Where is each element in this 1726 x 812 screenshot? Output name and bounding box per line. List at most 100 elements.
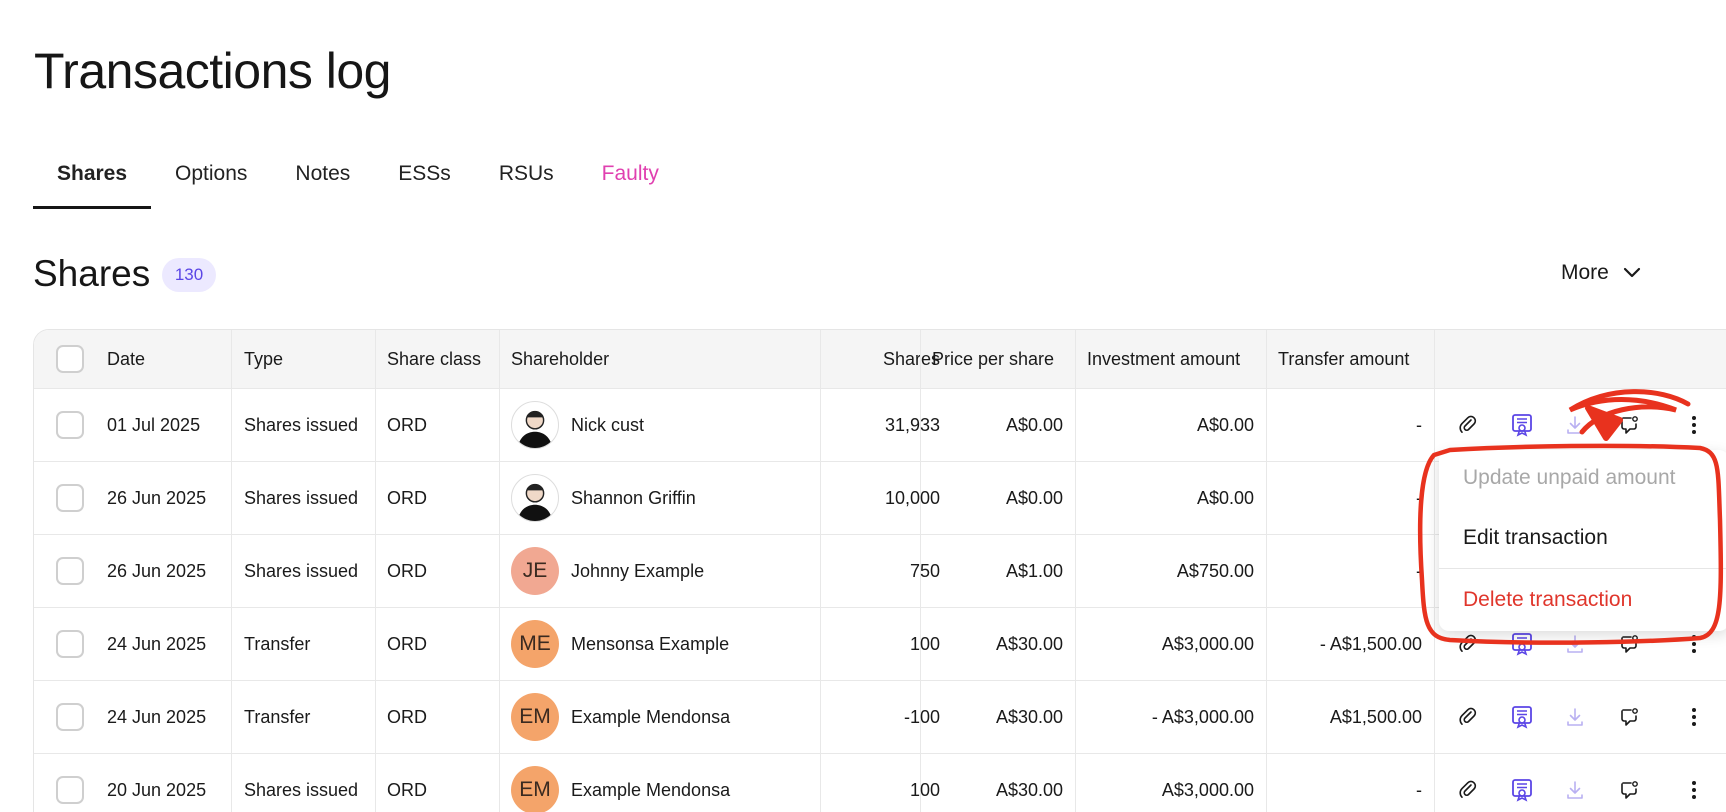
row-select-cell bbox=[56, 462, 84, 534]
row-more-button[interactable] bbox=[1679, 775, 1709, 805]
download-button[interactable] bbox=[1560, 702, 1590, 732]
transfer-cell: - bbox=[1416, 414, 1422, 435]
shareholder-cell[interactable]: Shannon Griffin bbox=[511, 462, 696, 534]
certificate-button[interactable] bbox=[1507, 410, 1537, 440]
row-checkbox[interactable] bbox=[56, 630, 84, 658]
person-photo-icon bbox=[517, 483, 553, 521]
avatar: JE bbox=[511, 547, 559, 595]
download-button[interactable] bbox=[1560, 775, 1590, 805]
paperclip-icon bbox=[1459, 634, 1477, 652]
table-header-row: Date Type Share class Shareholder Shares… bbox=[34, 330, 1726, 389]
header-share-class[interactable]: Share class bbox=[387, 330, 481, 388]
certificate-button[interactable] bbox=[1507, 629, 1537, 659]
section-title: Shares bbox=[33, 253, 151, 294]
select-all-checkbox[interactable] bbox=[56, 345, 84, 373]
header-price-per-share[interactable]: Price per share bbox=[932, 330, 1054, 388]
date-cell: 20 Jun 2025 bbox=[107, 779, 207, 800]
delete-transaction-menu-item[interactable]: Delete transaction bbox=[1463, 588, 1632, 612]
tab-esss[interactable]: ESSs bbox=[374, 150, 475, 209]
investment-cell: A$3,000.00 bbox=[1161, 779, 1254, 800]
price-cell: A$30.00 bbox=[995, 706, 1063, 727]
shareholder-cell[interactable]: ME Mensonsa Example bbox=[511, 608, 729, 680]
row-more-button[interactable] bbox=[1679, 410, 1709, 440]
price-cell: A$30.00 bbox=[995, 779, 1063, 800]
avatar: ME bbox=[511, 620, 559, 668]
header-shares[interactable]: Shares bbox=[820, 330, 940, 388]
menu-divider bbox=[1439, 568, 1726, 569]
edit-transaction-menu-item[interactable]: Edit transaction bbox=[1463, 526, 1608, 550]
transfer-cell: - bbox=[1416, 779, 1422, 800]
shareholder-name: Example Mendonsa bbox=[571, 706, 731, 727]
paperclip-icon bbox=[1459, 415, 1477, 433]
row-checkbox[interactable] bbox=[56, 776, 84, 804]
certificate-button[interactable] bbox=[1507, 702, 1537, 732]
row-select-cell bbox=[56, 535, 84, 607]
header-transfer-amount[interactable]: Transfer amount bbox=[1278, 330, 1409, 388]
row-checkbox[interactable] bbox=[56, 703, 84, 731]
row-checkbox[interactable] bbox=[56, 557, 84, 585]
shareholder-cell[interactable]: JE Johnny Example bbox=[511, 535, 704, 607]
update-unpaid-amount-menu-item: Update unpaid amount bbox=[1463, 466, 1676, 489]
investment-cell: A$750.00 bbox=[1176, 560, 1254, 581]
comment-button[interactable] bbox=[1614, 702, 1644, 732]
header-investment-amount[interactable]: Investment amount bbox=[1087, 330, 1240, 388]
investment-cell: - A$3,000.00 bbox=[1151, 706, 1254, 727]
row-more-button[interactable] bbox=[1679, 702, 1709, 732]
row-checkbox[interactable] bbox=[56, 411, 84, 439]
download-button[interactable] bbox=[1560, 410, 1590, 440]
shareholder-name: Nick cust bbox=[571, 414, 645, 435]
date-cell: 01 Jul 2025 bbox=[107, 414, 201, 435]
type-cell: Shares issued bbox=[244, 487, 359, 508]
row-actions-menu: Update unpaid amount Edit transaction De… bbox=[1439, 450, 1726, 631]
share-class-cell: ORD bbox=[387, 706, 427, 727]
date-cell: 26 Jun 2025 bbox=[107, 560, 207, 581]
transfer-cell: - A$1,500.00 bbox=[1319, 633, 1422, 654]
investment-cell: A$0.00 bbox=[1196, 414, 1254, 435]
share-class-cell: ORD bbox=[387, 414, 427, 435]
chevron-down-icon bbox=[1623, 267, 1640, 278]
download-icon bbox=[1567, 635, 1583, 653]
row-more-button[interactable] bbox=[1679, 629, 1709, 659]
comment-button[interactable] bbox=[1614, 629, 1644, 659]
type-cell: Transfer bbox=[244, 706, 311, 727]
certificate-button[interactable] bbox=[1507, 775, 1537, 805]
attachment-button[interactable] bbox=[1453, 775, 1483, 805]
more-button[interactable]: More bbox=[1561, 261, 1641, 285]
tab-faulty[interactable]: Faulty bbox=[578, 150, 683, 209]
shareholder-name: Example Mendonsa bbox=[571, 779, 731, 800]
shareholder-cell[interactable]: EM Example Mendonsa bbox=[511, 754, 730, 812]
transfer-cell: - bbox=[1416, 560, 1422, 581]
download-icon bbox=[1567, 781, 1583, 799]
header-date[interactable]: Date bbox=[107, 330, 145, 388]
investment-cell: A$3,000.00 bbox=[1161, 633, 1254, 654]
tab-shares[interactable]: Shares bbox=[33, 150, 152, 209]
tab-rsus[interactable]: RSUs bbox=[475, 150, 578, 209]
table-row: 20 Jun 2025 Shares issued ORD EM Example Men… bbox=[34, 754, 1726, 812]
attachment-button[interactable] bbox=[1453, 702, 1483, 732]
transfer-cell: A$1,500.00 bbox=[1329, 706, 1422, 727]
shareholder-name: Johnny Example bbox=[571, 560, 705, 581]
shareholder-cell[interactable]: EM Example Mendonsa bbox=[511, 681, 730, 753]
more-label: More bbox=[1561, 261, 1609, 284]
attachment-button[interactable] bbox=[1453, 410, 1483, 440]
more-vertical-icon bbox=[1692, 635, 1696, 653]
header-type[interactable]: Type bbox=[244, 330, 283, 388]
more-vertical-icon bbox=[1692, 781, 1696, 799]
shareholder-name: Mensonsa Example bbox=[571, 633, 730, 654]
attachment-button[interactable] bbox=[1453, 629, 1483, 659]
type-cell: Shares issued bbox=[244, 414, 359, 435]
row-select-cell bbox=[56, 389, 84, 461]
comment-button[interactable] bbox=[1614, 410, 1644, 440]
tab-notes[interactable]: Notes bbox=[271, 150, 374, 209]
header-shareholder[interactable]: Shareholder bbox=[511, 330, 609, 388]
comment-button[interactable] bbox=[1614, 775, 1644, 805]
transfer-cell: - bbox=[1416, 487, 1422, 508]
type-cell: Transfer bbox=[244, 633, 311, 654]
tab-options[interactable]: Options bbox=[151, 150, 271, 209]
download-button[interactable] bbox=[1560, 629, 1590, 659]
table-row: 24 Jun 2025 Transfer ORD EM Example Mendonsa… bbox=[34, 681, 1726, 754]
date-cell: 24 Jun 2025 bbox=[107, 706, 207, 727]
row-checkbox[interactable] bbox=[56, 484, 84, 512]
select-all-cell bbox=[56, 330, 84, 388]
shareholder-cell[interactable]: Nick cust bbox=[511, 389, 644, 461]
